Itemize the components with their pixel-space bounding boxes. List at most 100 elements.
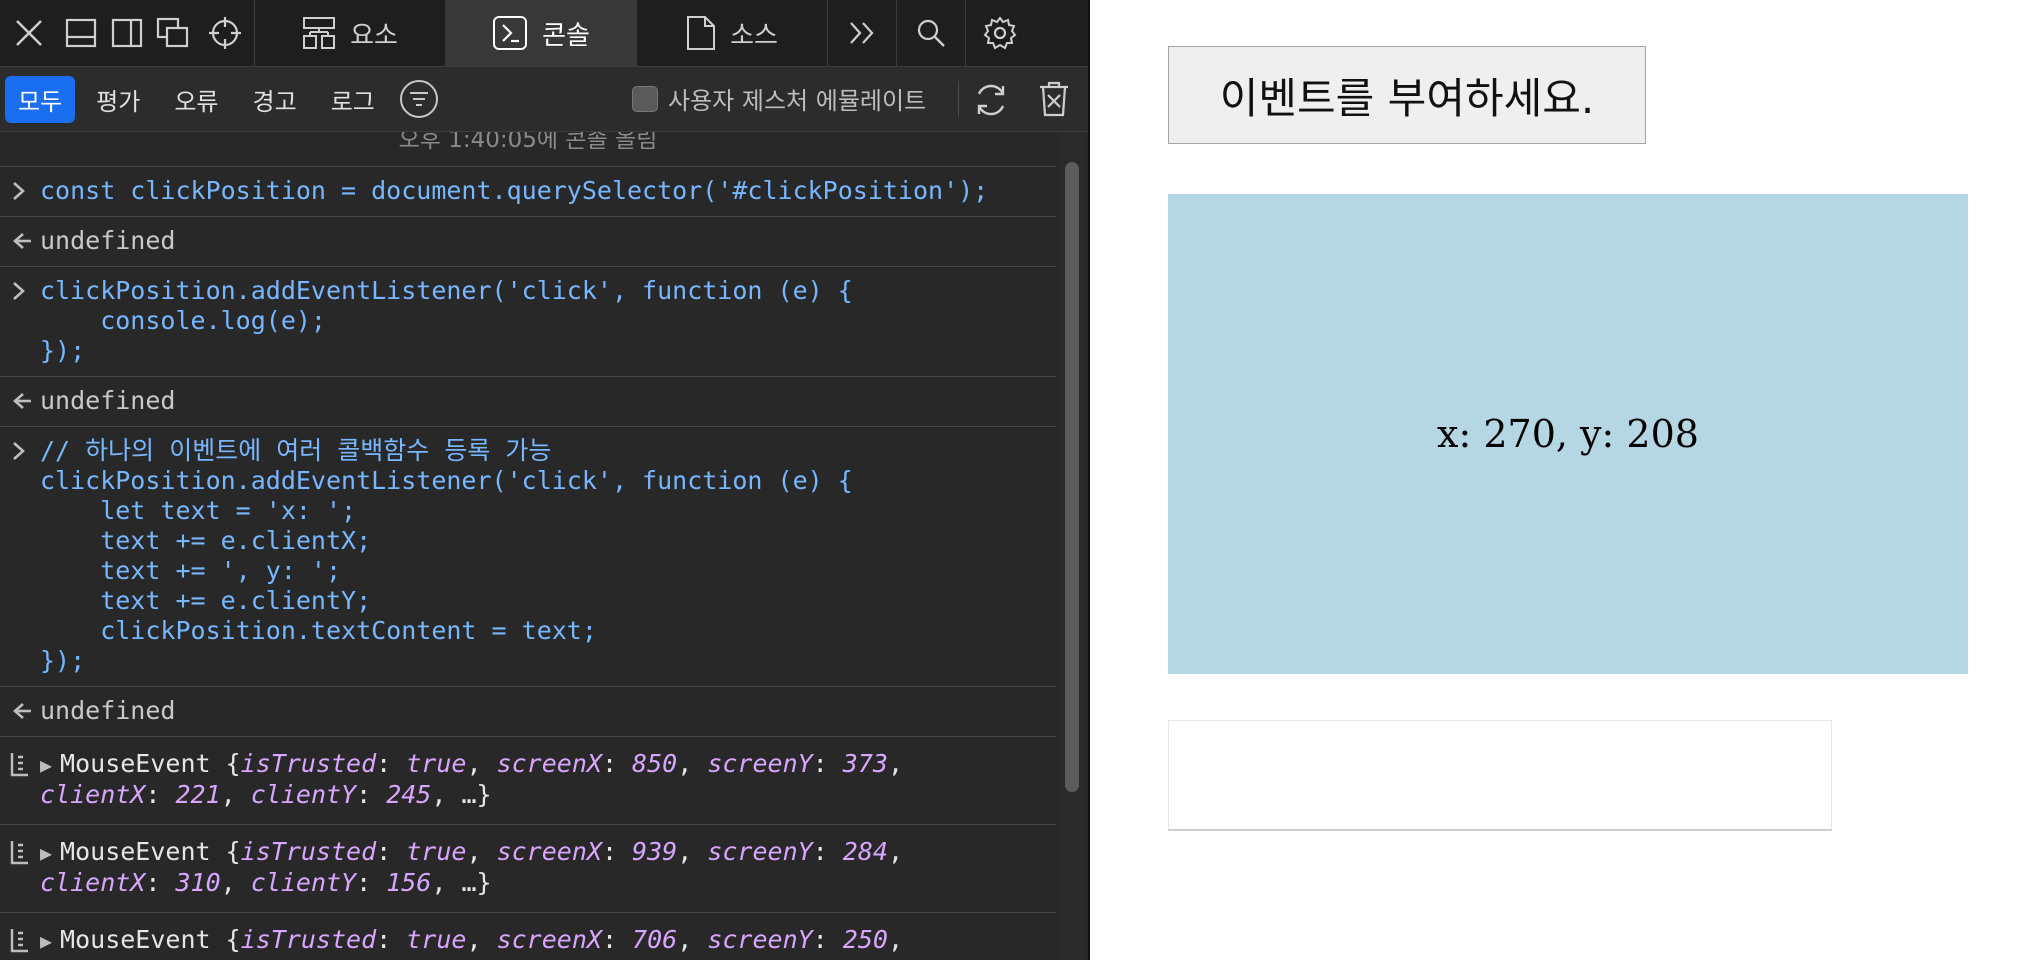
elements-icon <box>303 17 336 49</box>
web-page: 이벤트를 부여하세요. x: 270, y: 208 <box>1090 0 2044 960</box>
scroll-thumb[interactable] <box>1065 162 1079 792</box>
prop-value: 250 <box>842 925 888 954</box>
code-line: text += e.clientY; <box>40 586 372 615</box>
prop-key: screenX <box>496 749 602 778</box>
code-line: clickPosition.addEventListener('click', … <box>40 466 853 495</box>
log-line: ▶ MouseEvent {isTrusted: true, screenX: 8… <box>40 749 1056 780</box>
dock-bottom-icon[interactable] <box>58 0 104 66</box>
comma: , <box>887 925 903 954</box>
colon: : <box>601 749 633 778</box>
code-line: }); <box>40 646 86 675</box>
empty-text-box[interactable] <box>1168 720 1832 831</box>
detach-window-icon[interactable] <box>150 0 196 66</box>
filter-all[interactable]: 모두 <box>5 75 76 123</box>
emulate-gesture-label: 사용자 제스처 에뮬레이트 <box>668 87 927 115</box>
prop-key: screenY <box>707 749 813 778</box>
console-log-entry[interactable]: ▶ MouseEvent {isTrusted: true, screenX: 7… <box>0 913 1056 960</box>
log-icon <box>9 839 33 865</box>
reload-icon[interactable] <box>972 81 1010 123</box>
tab-sources[interactable]: 소스 <box>637 0 827 66</box>
colon: : <box>145 780 176 809</box>
tab-sources-label: 소스 <box>730 20 778 51</box>
prop-key: isTrusted <box>240 837 377 866</box>
comma: , <box>466 749 497 778</box>
prop-value: 373 <box>842 749 888 778</box>
prop-value: true <box>406 837 467 866</box>
comma: , <box>220 868 251 897</box>
colon: : <box>145 868 176 897</box>
log-line: clientX: 77, clientY: 122, …} <box>40 956 1056 960</box>
filter-warnings[interactable]: 경고 <box>240 76 310 123</box>
event-name: MouseEvent <box>60 837 211 866</box>
prop-key: isTrusted <box>240 925 377 954</box>
prop-key: clientX <box>40 780 146 809</box>
search-button[interactable] <box>897 0 965 66</box>
log-icon <box>9 751 33 777</box>
console-scrollbar[interactable] <box>1060 132 1084 960</box>
comma: , <box>677 837 708 866</box>
filter-errors[interactable]: 오류 <box>161 76 231 123</box>
comma: , <box>220 780 251 809</box>
prop-value: 850 <box>632 749 678 778</box>
log-icon <box>9 927 33 953</box>
console-filter-bar: 모두 평가 오류 경고 로그 사용자 제스처 에뮬레이트 <box>0 67 1088 132</box>
colon: : <box>812 925 843 954</box>
prop-value: true <box>406 925 467 954</box>
expand-triangle-icon[interactable]: ▶ <box>40 929 52 953</box>
console-icon <box>493 16 528 50</box>
tab-elements[interactable]: 요소 <box>255 0 445 66</box>
prop-value: 221 <box>175 780 221 809</box>
input-prompt-icon <box>9 279 33 303</box>
prop-key: screenX <box>496 925 602 954</box>
gear-icon <box>983 16 1017 50</box>
comma: , …} <box>416 956 476 960</box>
prop-value: 706 <box>632 925 678 954</box>
colon: : <box>376 749 407 778</box>
log-line: ▶ MouseEvent {isTrusted: true, screenX: 9… <box>40 837 1056 868</box>
colon: : <box>356 780 387 809</box>
filter-evaluations[interactable]: 평가 <box>83 76 153 123</box>
settings-button[interactable] <box>966 0 1034 66</box>
comma: , <box>466 837 497 866</box>
close-icon[interactable] <box>0 0 58 66</box>
code-line: clickPosition.textContent = text; <box>40 616 597 645</box>
colon: : <box>341 956 371 960</box>
prop-value: true <box>406 749 467 778</box>
comma: , …} <box>431 780 492 809</box>
prop-key: clientY <box>250 780 357 809</box>
emulate-gesture-toggle[interactable]: 사용자 제스처 에뮬레이트 <box>632 81 926 116</box>
colon: : <box>145 956 175 960</box>
element-picker-icon[interactable] <box>196 0 254 66</box>
click-position-box[interactable]: x: 270, y: 208 <box>1168 194 1968 674</box>
clear-console-icon[interactable] <box>1038 81 1070 121</box>
emulate-gesture-checkbox[interactable] <box>632 85 658 112</box>
console-log-entry[interactable]: ▶ MouseEvent {isTrusted: true, screenX: 9… <box>0 825 1056 913</box>
input-prompt-icon <box>9 179 33 203</box>
more-tabs-button[interactable] <box>828 0 896 66</box>
console-logs: ▶ MouseEvent { isTrusted: true, screenX: 8… <box>0 737 1056 960</box>
colon: : <box>376 837 407 866</box>
colon: : <box>601 837 633 866</box>
console-input-entry: clickPosition.addEventListener('click', … <box>0 267 1056 377</box>
result-value: undefined <box>40 696 176 725</box>
expand-triangle-icon[interactable]: ▶ <box>40 841 52 865</box>
console-result-entry: undefined <box>0 217 1056 267</box>
code-line: text += e.clientX; <box>40 526 372 555</box>
event-button[interactable]: 이벤트를 부여하세요. <box>1168 46 1646 144</box>
prop-key: clientX <box>40 868 146 897</box>
expand-triangle-icon[interactable]: ▶ <box>40 753 52 777</box>
console-result-entry: undefined <box>0 687 1056 737</box>
console-input-entry: const clickPosition = document.querySele… <box>0 167 1056 217</box>
search-icon <box>917 19 945 47</box>
console-output: 오후 1:40:05에 콘솔 올림 const clickPosition = … <box>0 132 1056 960</box>
comma: , …} <box>431 868 492 897</box>
tab-console[interactable]: 콘솔 <box>446 0 636 66</box>
dock-right-icon[interactable] <box>104 0 150 66</box>
filter-options-icon[interactable] <box>399 80 438 118</box>
web-inspector-panel: 요소 콘솔 소스 모두 평가 오류 경고 로그 사용자 제스처 에뮬레이트 오후… <box>0 0 1090 960</box>
console-result-entry: undefined <box>0 377 1056 427</box>
tab-elements-label: 요소 <box>350 20 398 51</box>
brace: { <box>210 749 241 778</box>
console-log-entry[interactable]: ▶ MouseEvent {isTrusted: true, screenX: 8… <box>0 737 1056 825</box>
filter-logs[interactable]: 로그 <box>318 76 388 123</box>
